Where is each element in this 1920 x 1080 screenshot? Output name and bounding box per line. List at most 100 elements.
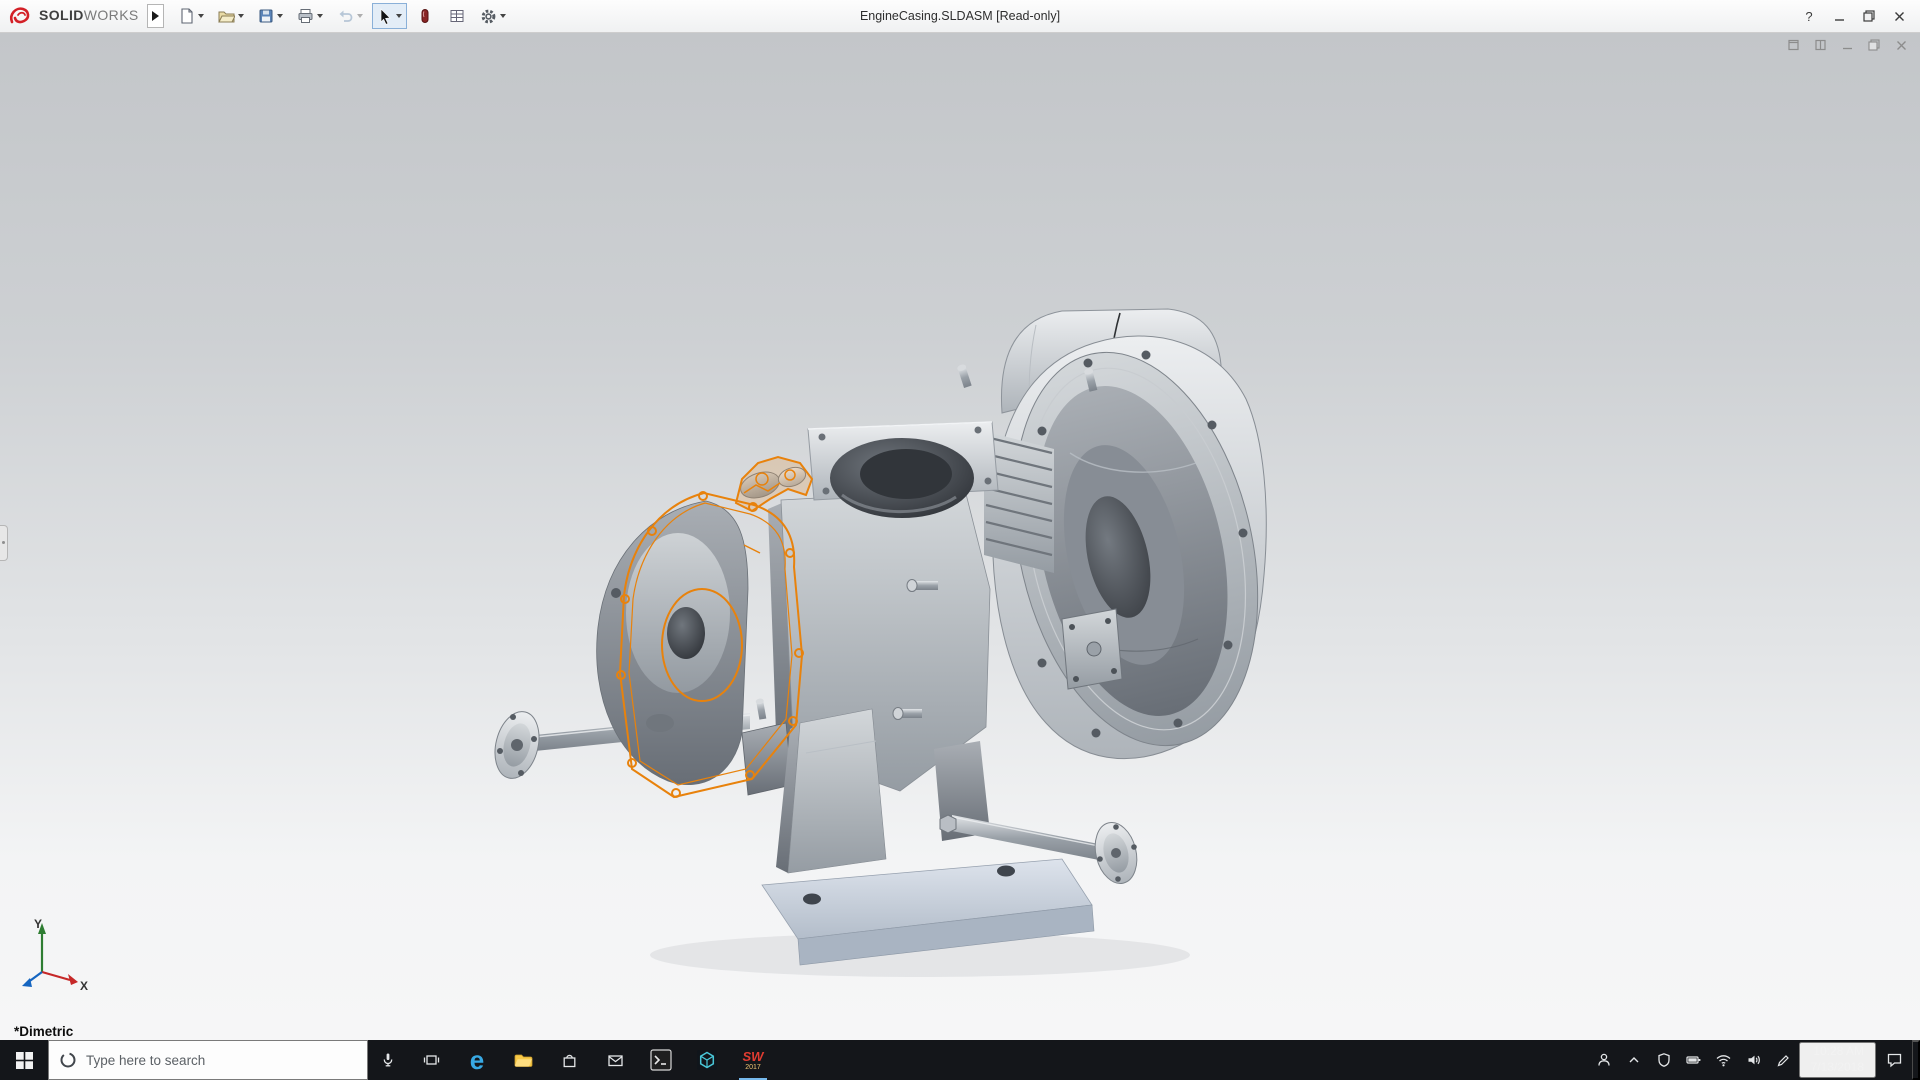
appearance-bead-icon xyxy=(421,9,429,23)
solidworks-app-button[interactable]: SW 2017 xyxy=(730,1040,776,1080)
doc-restore-layout-button[interactable] xyxy=(1811,37,1829,53)
wifi-button[interactable] xyxy=(1709,1040,1739,1080)
taskbar-clock[interactable]: 10:28 AM 7/13/2018 xyxy=(1798,1042,1876,1078)
file-explorer-button[interactable] xyxy=(500,1040,546,1080)
select-cursor-icon xyxy=(380,7,391,25)
pen-button[interactable] xyxy=(1769,1040,1799,1080)
solidworks-window: SOLIDWORKS EngineCasing.SLDASM [Read-onl… xyxy=(0,0,1920,1080)
doc-minimize-button[interactable] xyxy=(1838,37,1856,53)
graphics-area[interactable]: Y X *Dimetric xyxy=(0,33,1920,1040)
solidworks-logo: SOLIDWORKS xyxy=(8,6,139,26)
hexagon-app-icon xyxy=(697,1050,717,1070)
minimize-icon xyxy=(1842,47,1852,49)
close-icon xyxy=(1896,40,1906,50)
action-center-icon xyxy=(1887,1053,1901,1068)
gear-icon xyxy=(481,9,496,23)
security-shield-button[interactable] xyxy=(1649,1040,1679,1080)
options-button[interactable] xyxy=(475,3,511,29)
save-button[interactable] xyxy=(253,3,288,29)
appearance-button[interactable] xyxy=(411,3,439,29)
restore-icon xyxy=(1868,39,1880,51)
pen-icon xyxy=(1777,1054,1789,1066)
open-folder-icon xyxy=(217,11,235,23)
triad-x-label: X xyxy=(80,979,88,993)
tray-overflow-button[interactable] xyxy=(1619,1040,1649,1080)
doc-window-button[interactable] xyxy=(1784,37,1802,53)
people-icon xyxy=(1597,1053,1610,1066)
open-document-button[interactable] xyxy=(213,3,249,29)
edge-button[interactable]: e xyxy=(454,1040,500,1080)
show-desktop-button[interactable] xyxy=(1912,1040,1920,1080)
store-button[interactable] xyxy=(546,1040,592,1080)
file-explorer-icon xyxy=(514,1054,532,1067)
mail-button[interactable] xyxy=(592,1040,638,1080)
quick-access-toolbar xyxy=(174,3,511,29)
dropdown-caret-icon xyxy=(316,14,323,18)
undo-button[interactable] xyxy=(332,3,368,29)
toolbar-flyout-button[interactable] xyxy=(146,4,164,28)
maximize-icon xyxy=(1863,10,1875,22)
close-icon xyxy=(1894,11,1904,21)
start-icon xyxy=(15,1051,33,1069)
dropdown-caret-icon xyxy=(237,14,244,18)
edge-icon: e xyxy=(469,1045,485,1075)
clock-date: 7/13/2018 xyxy=(1810,1060,1864,1074)
properties-sheet-button[interactable] xyxy=(443,3,471,29)
system-tray: 10:28 AM 7/13/2018 xyxy=(1589,1040,1920,1080)
search-input[interactable] xyxy=(86,1052,357,1068)
windows-taskbar: e xyxy=(0,1040,1920,1080)
maximize-button[interactable] xyxy=(1854,3,1884,30)
taskbar-search[interactable] xyxy=(48,1040,368,1080)
volume-button[interactable] xyxy=(1739,1040,1769,1080)
minimize-button[interactable] xyxy=(1824,3,1854,30)
dropdown-caret-icon xyxy=(356,14,363,18)
microphone-button[interactable] xyxy=(368,1040,408,1080)
dropdown-caret-icon xyxy=(395,14,402,18)
chevron-up-icon xyxy=(1629,1057,1639,1063)
undo-icon xyxy=(339,10,353,22)
document-title: EngineCasing.SLDASM [Read-only] xyxy=(859,9,1061,23)
ds-logo-icon xyxy=(10,7,30,24)
store-bag-icon xyxy=(563,1054,575,1067)
doc-close-button[interactable] xyxy=(1892,37,1910,53)
start-button[interactable] xyxy=(0,1040,48,1080)
command-prompt-button[interactable] xyxy=(638,1040,684,1080)
battery-icon xyxy=(1686,1056,1701,1064)
dropdown-caret-icon xyxy=(197,14,204,18)
people-button[interactable] xyxy=(1589,1040,1619,1080)
shield-icon xyxy=(1657,1053,1670,1067)
cortana-ring-icon xyxy=(60,1052,76,1068)
new-document-icon xyxy=(181,8,193,24)
orientation-triad-icon: Y X xyxy=(22,917,88,993)
minimize-icon xyxy=(1834,18,1844,21)
solidworks-app-icon: SW 2017 xyxy=(742,1048,764,1071)
select-tool-button[interactable] xyxy=(371,3,407,29)
doc-restore-icon xyxy=(1814,39,1826,51)
brand-works: WORKS xyxy=(83,7,139,23)
splitter-grip-dot xyxy=(2,541,5,544)
hexagon-app-button[interactable] xyxy=(684,1040,730,1080)
print-button[interactable] xyxy=(292,3,328,29)
close-button[interactable] xyxy=(1884,3,1914,30)
doc-window-icon xyxy=(1787,39,1799,51)
view-orientation-label: *Dimetric xyxy=(14,1024,74,1039)
wifi-icon xyxy=(1716,1055,1731,1067)
action-center-button[interactable] xyxy=(1876,1040,1912,1080)
engine-casing-model[interactable] xyxy=(0,33,1920,1040)
help-button[interactable]: ? xyxy=(1794,3,1824,30)
save-icon xyxy=(259,9,273,23)
doc-restore-button[interactable] xyxy=(1865,37,1883,53)
dropdown-caret-icon xyxy=(499,14,506,18)
triad-y-label: Y xyxy=(34,917,42,931)
document-window-controls xyxy=(1784,37,1910,53)
new-document-button[interactable] xyxy=(174,3,209,29)
task-view-button[interactable] xyxy=(408,1040,454,1080)
window-controls: ? xyxy=(1794,3,1914,30)
microphone-icon xyxy=(383,1053,393,1067)
panel-splitter-handle[interactable] xyxy=(0,525,8,561)
flyout-arrow-icon xyxy=(151,11,159,21)
dropdown-caret-icon xyxy=(276,14,283,18)
app-titlebar: SOLIDWORKS EngineCasing.SLDASM [Read-onl… xyxy=(0,0,1920,33)
mail-icon xyxy=(607,1054,623,1066)
battery-button[interactable] xyxy=(1679,1040,1709,1080)
